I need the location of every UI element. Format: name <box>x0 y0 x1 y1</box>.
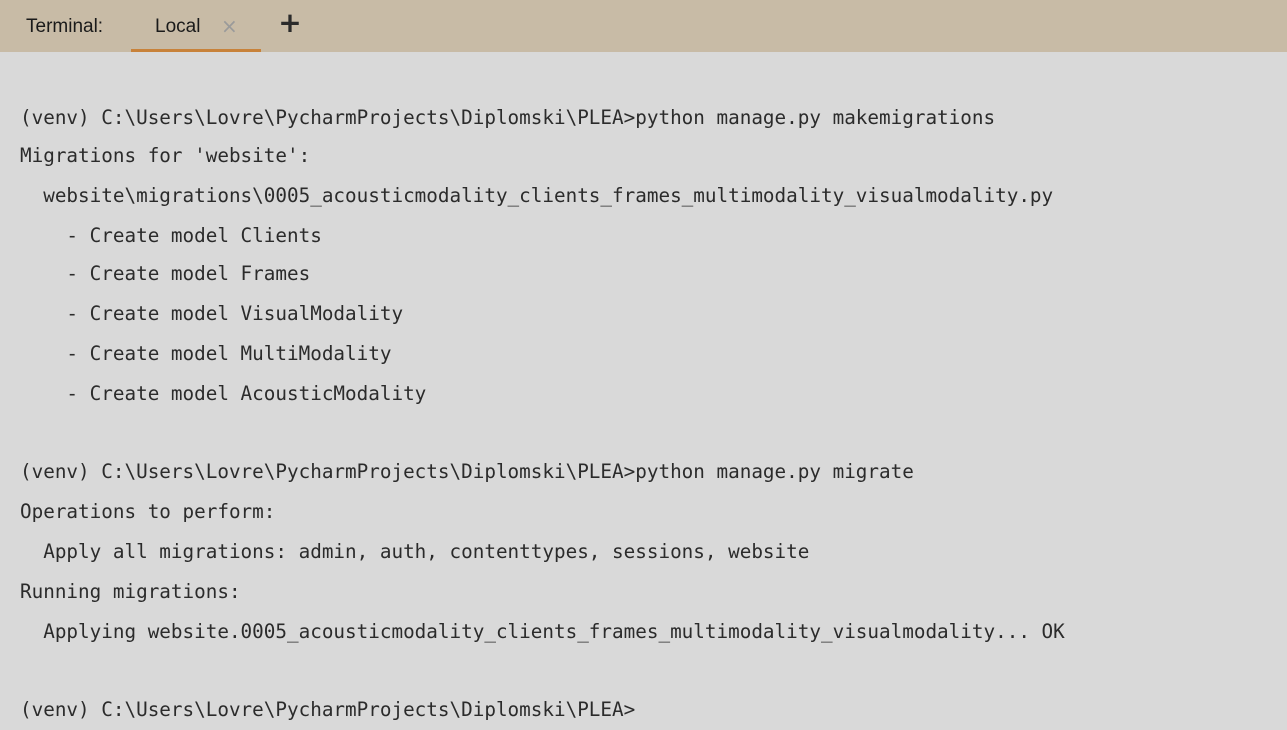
terminal-line: - Create model Clients <box>20 224 322 247</box>
close-icon[interactable]: × <box>221 14 238 38</box>
terminal-line: Operations to perform: <box>20 500 276 523</box>
terminal-line: Applying website.0005_acousticmodality_c… <box>20 620 1065 643</box>
terminal-tab-bar: Terminal: Local × + <box>0 0 1287 52</box>
terminal-prompt-line: (venv) C:\Users\Lovre\PycharmProjects\Di… <box>20 698 636 721</box>
terminal-line: - Create model VisualModality <box>20 302 404 325</box>
terminal-line: Running migrations: <box>20 580 241 603</box>
terminal-line: (venv) C:\Users\Lovre\PycharmProjects\Di… <box>20 460 914 483</box>
terminal-output[interactable]: (venv) C:\Users\Lovre\PycharmProjects\Di… <box>0 52 1287 730</box>
terminal-line: (venv) C:\Users\Lovre\PycharmProjects\Di… <box>20 106 996 129</box>
terminal-line: - Create model MultiModality <box>20 342 392 365</box>
tab-local[interactable]: Local × <box>131 0 261 52</box>
terminal-line: Apply all migrations: admin, auth, conte… <box>20 540 810 563</box>
terminal-line: Migrations for 'website': <box>20 144 311 167</box>
plus-icon[interactable]: + <box>276 8 304 38</box>
terminal-line: website\migrations\0005_acousticmodality… <box>20 184 1054 207</box>
terminal-title-label: Terminal: <box>26 16 104 37</box>
tab-local-label: Local <box>155 16 201 37</box>
terminal-line: - Create model Frames <box>20 262 311 285</box>
terminal-line: - Create model AcousticModality <box>20 382 427 405</box>
